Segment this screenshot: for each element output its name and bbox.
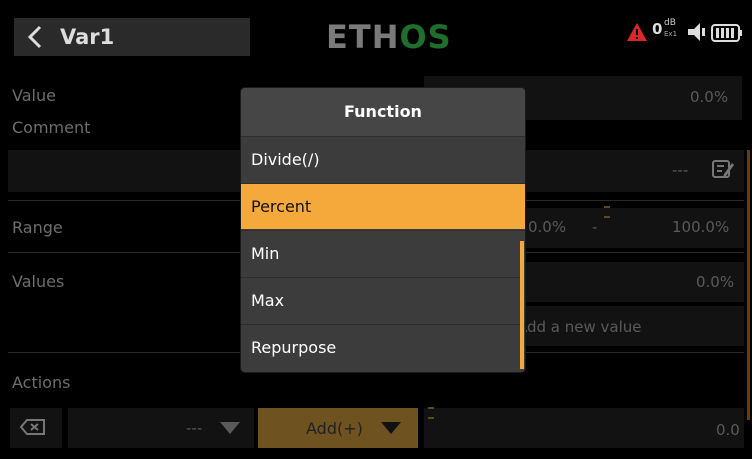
range-label: Range bbox=[12, 218, 63, 237]
menu-handle-icon bbox=[428, 407, 434, 419]
add-new-value-label: Add a new value bbox=[517, 318, 642, 336]
dropdown-item-divide[interactable]: Divide(/) bbox=[241, 136, 525, 182]
rssi-unit: dB bbox=[664, 18, 676, 28]
logo-text-right: OS bbox=[399, 18, 452, 56]
logo-text-left: ETH bbox=[326, 18, 400, 56]
comment-text: --- bbox=[672, 161, 689, 179]
back-button[interactable] bbox=[14, 18, 250, 56]
action-value-field[interactable] bbox=[424, 408, 744, 448]
dropdown-scrollbar[interactable] bbox=[520, 241, 524, 369]
actions-label: Actions bbox=[12, 373, 71, 392]
antenna-signal-icon bbox=[688, 23, 705, 41]
dropdown-item-min[interactable]: Min bbox=[241, 230, 525, 276]
page-title: Var1 bbox=[60, 25, 115, 49]
page-scrollbar[interactable] bbox=[747, 150, 750, 420]
edit-icon[interactable] bbox=[711, 158, 735, 180]
values-text: 0.0% bbox=[696, 273, 735, 291]
warning-icon bbox=[627, 23, 647, 41]
chevron-left-icon bbox=[27, 25, 42, 49]
action-source-text: --- bbox=[186, 419, 203, 437]
value-label: Value bbox=[12, 86, 56, 105]
values-label: Values bbox=[12, 272, 65, 291]
dropdown-title: Function bbox=[241, 88, 525, 136]
backspace-icon bbox=[20, 419, 45, 435]
range-separator: - bbox=[592, 218, 598, 236]
range-min-text: 0.0% bbox=[528, 218, 567, 236]
rssi-source: Ex1 bbox=[664, 30, 678, 38]
menu-handle-icon bbox=[604, 206, 610, 218]
action-value-text: 0.0 bbox=[716, 421, 740, 439]
ethos-logo: ETHOS bbox=[326, 17, 452, 57]
dropdown-item-max[interactable]: Max bbox=[241, 277, 525, 323]
function-dropdown: Function Divide(/) Percent Min Max Repur… bbox=[241, 88, 525, 372]
chevron-down-icon bbox=[381, 422, 401, 434]
rssi-value: 0 bbox=[652, 20, 663, 38]
battery-icon bbox=[711, 24, 742, 42]
chevron-down-icon bbox=[220, 422, 240, 434]
add-action-label: Add(+) bbox=[306, 419, 363, 438]
value-text: 0.0% bbox=[690, 88, 729, 106]
dropdown-item-repurpose[interactable]: Repurpose bbox=[241, 324, 525, 370]
range-max-text: 100.0% bbox=[672, 218, 730, 236]
comment-label: Comment bbox=[12, 118, 91, 137]
dropdown-item-percent[interactable]: Percent bbox=[241, 183, 525, 229]
